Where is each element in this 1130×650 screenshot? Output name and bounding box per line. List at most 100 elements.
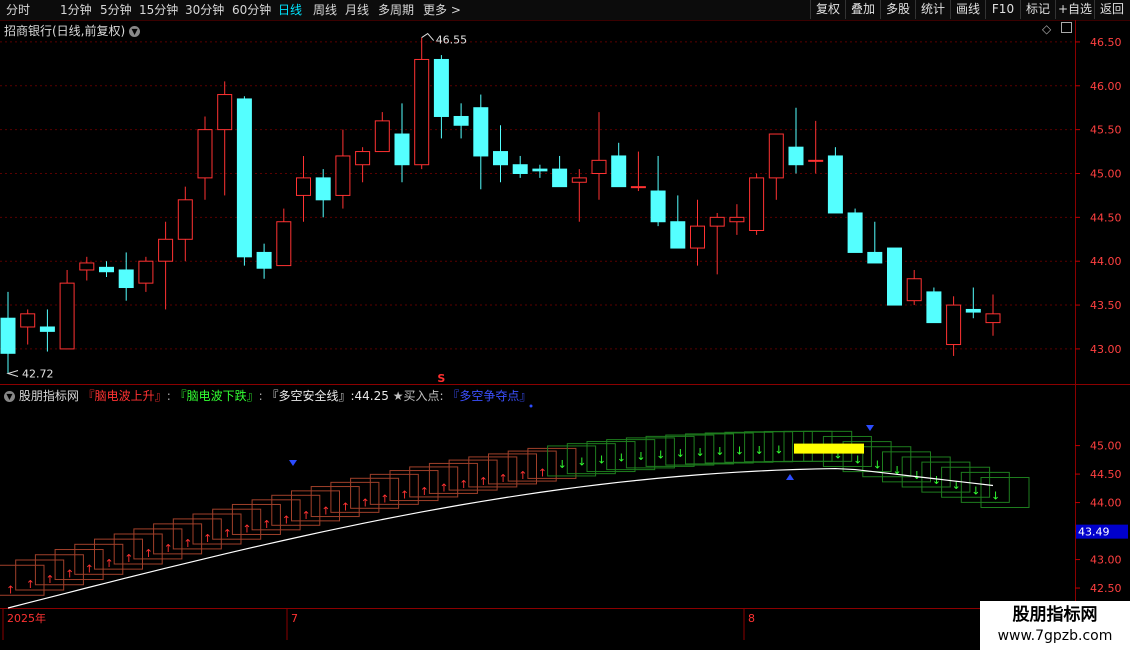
price-tick-label: 44.00: [1090, 255, 1122, 268]
candle-down: [532, 168, 548, 172]
candle-up: [59, 282, 75, 350]
date-label: 2025年: [7, 611, 46, 625]
indicator-tick-label: 44.00: [1090, 497, 1122, 510]
candle-down: [236, 98, 252, 258]
dropdown-icon[interactable]: ▼: [4, 391, 15, 402]
legend-separator: :: [258, 389, 263, 403]
watermark-name: 股朋指标网: [1012, 605, 1098, 625]
period-tab-1min[interactable]: 1分钟: [60, 1, 92, 19]
brainwave-down-box: [724, 431, 774, 463]
more-label: 更多: [423, 3, 448, 17]
brainwave-down-box: [685, 433, 734, 465]
arrow-up-icon: ↑: [439, 481, 448, 494]
candle-up: [768, 133, 784, 179]
watermark-url: www.7gpzb.com: [997, 628, 1113, 644]
period-tab-weekly[interactable]: 周线: [313, 1, 337, 19]
candle-down: [827, 155, 843, 214]
indicator-name: 股朋指标网: [18, 389, 79, 403]
fight-point-marker: [866, 425, 874, 431]
price-tick-label: 45.00: [1090, 167, 1122, 180]
stock-chart[interactable]: 46.55 42.72 S 46.50 46.00 45.50 45.00 44.50 44.…: [0, 20, 1130, 650]
arrow-up-icon: ↑: [420, 485, 429, 498]
arrow-up-icon: ↑: [321, 505, 330, 518]
period-tab-multi[interactable]: 多周期: [378, 1, 414, 19]
arrow-down-icon: ↓: [853, 454, 862, 467]
indicator-price-axis: 45.0044.5044.0043.5043.0042.5043.49: [1075, 440, 1128, 595]
legend-up: 『脑电波上升』: [82, 389, 167, 403]
candle-up: [985, 313, 1001, 324]
brainwave-up-box: [94, 538, 143, 570]
candle-down: [650, 190, 666, 223]
period-tab-daily[interactable]: 日线: [278, 1, 302, 19]
arrow-up-icon: ↑: [479, 475, 488, 488]
candle-up: [749, 177, 765, 232]
mark-button[interactable]: 标记: [1020, 0, 1055, 19]
arrow-up-icon: ↑: [518, 469, 527, 482]
arrow-down-icon: ↓: [577, 456, 586, 469]
period-tab-monthly[interactable]: 月线: [345, 1, 369, 19]
low-pointer: [6, 369, 19, 377]
date-axis: 2025年 7 8: [2, 609, 755, 640]
highlight-bar: [794, 443, 864, 454]
brainwave-down-box: [704, 432, 754, 464]
date-label: 8: [748, 612, 755, 625]
back-button[interactable]: 返回: [1094, 0, 1129, 19]
indicator-legend: ▼ 股朋指标网 『脑电波上升』: 『脑电波下跌』: 『多空安全线』:44.25 …: [4, 387, 531, 404]
candle-down: [611, 155, 627, 188]
brainwave-up-box: [428, 462, 478, 494]
draw-line-button[interactable]: 画线: [950, 0, 985, 19]
indicator-tick-label: 43.00: [1090, 554, 1122, 567]
stock-title: 招商银行(日线,前复权) ▼: [4, 22, 141, 39]
arrow-up-icon: ↑: [144, 547, 153, 560]
overlay-button[interactable]: 叠加: [845, 0, 880, 19]
settings-square-icon[interactable]: [1061, 22, 1073, 33]
candle-up: [591, 159, 607, 174]
legend-separator: :: [166, 389, 171, 403]
multi-stock-button[interactable]: 多股: [880, 0, 915, 19]
candle-up: [690, 225, 705, 249]
arrow-up-icon: ↑: [85, 562, 94, 575]
candle-down: [453, 115, 469, 126]
brainwave-up-box: [74, 543, 124, 575]
candle-down: [99, 266, 114, 273]
candle-down: [256, 251, 272, 269]
arrow-up-icon: ↑: [105, 557, 114, 570]
arrow-up-icon: ↑: [65, 568, 74, 581]
brainwave-up-box: [507, 450, 557, 482]
candle-up: [355, 151, 371, 166]
brainwave-up-box: [34, 554, 84, 586]
legend-down: 『脑电波下跌』: [174, 389, 259, 403]
candle-down: [965, 308, 981, 313]
f10-button[interactable]: F10: [985, 0, 1020, 19]
period-tab-5min[interactable]: 5分钟: [100, 1, 132, 19]
high-label: 46.55: [436, 34, 468, 47]
candle-up: [177, 199, 193, 240]
brainwave-up-box: [113, 533, 163, 565]
diamond-icon[interactable]: ◇: [1042, 22, 1051, 36]
period-tab-60min[interactable]: 60分钟: [232, 1, 271, 19]
arrow-up-icon: ↑: [45, 573, 54, 586]
legend-safe-value: 44.25: [354, 389, 389, 403]
brainwave-up-box: [133, 528, 183, 560]
arrow-down-icon: ↓: [873, 459, 882, 472]
arrow-down-icon: ↓: [696, 446, 705, 459]
safe-line: [7, 467, 994, 609]
period-tab-more[interactable]: 更多 >: [423, 1, 461, 19]
candle-up: [571, 177, 587, 183]
arrow-up-icon: ↑: [538, 466, 547, 479]
candle-down: [315, 177, 331, 201]
period-tab-30min[interactable]: 30分钟: [185, 1, 224, 19]
dropdown-icon[interactable]: ▼: [129, 26, 141, 37]
adjust-button[interactable]: 复权: [810, 0, 845, 19]
candle-up: [197, 129, 213, 179]
add-watchlist-button[interactable]: +自选: [1055, 0, 1094, 19]
period-tab-15min[interactable]: 15分钟: [139, 1, 178, 19]
period-tab-timeshare[interactable]: 分时: [6, 1, 30, 19]
arrow-up-icon: ↑: [262, 518, 271, 531]
brainwave-down-box: [625, 437, 675, 469]
legend-fight-point: 『多空争夺点』: [447, 389, 532, 403]
toolbar: 分时 1分钟 5分钟 15分钟 30分钟 60分钟 日线 周线 月线 多周期 更…: [0, 0, 1130, 21]
statistics-button[interactable]: 统计: [915, 0, 950, 19]
arrow-up-icon: ↑: [6, 583, 15, 596]
arrow-down-icon: ↓: [912, 469, 921, 482]
